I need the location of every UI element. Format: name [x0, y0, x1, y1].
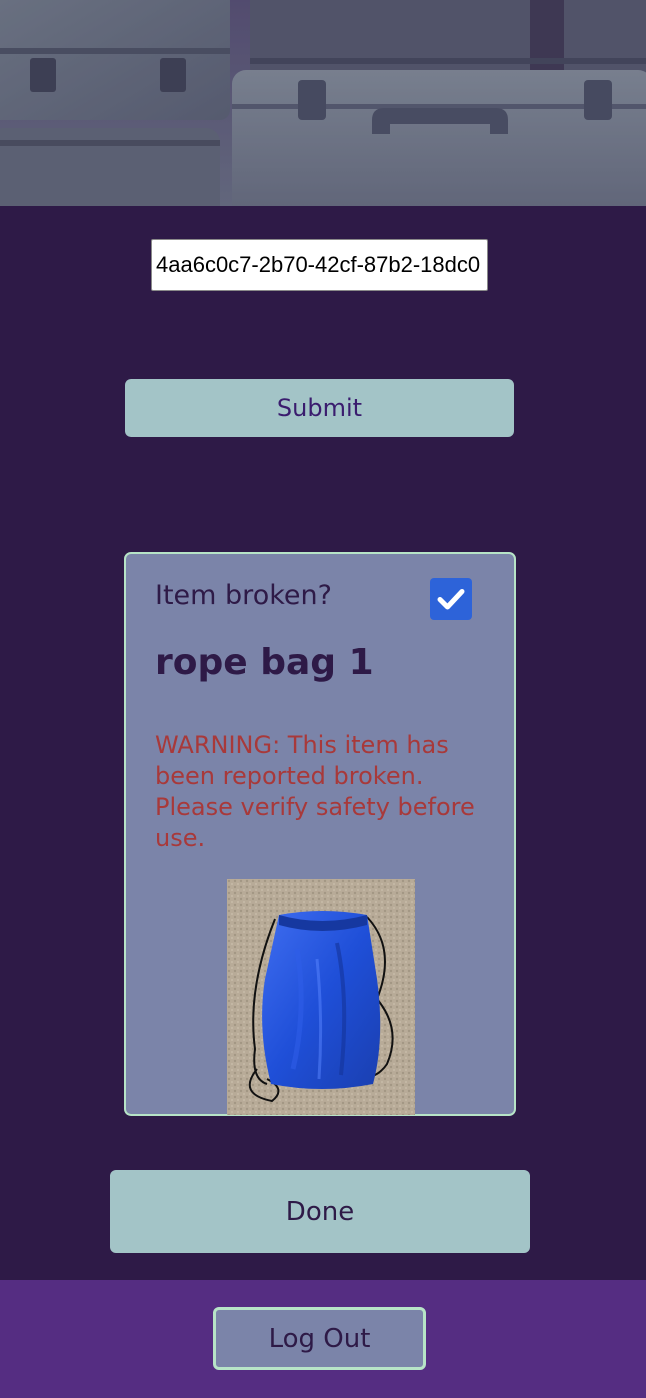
item-id-input[interactable] — [151, 239, 488, 291]
item-name: rope bag 1 — [155, 642, 374, 683]
hero-banner-image — [0, 0, 646, 206]
item-broken-checkbox[interactable] — [430, 578, 472, 620]
footer: Log Out — [0, 1280, 646, 1398]
done-button[interactable]: Done — [110, 1170, 530, 1253]
item-broken-label: Item broken? — [155, 580, 332, 611]
broken-warning-text: WARNING: This item has been reported bro… — [155, 731, 475, 852]
item-photo — [227, 879, 415, 1115]
checkmark-icon — [437, 589, 465, 610]
item-card: Item broken? rope bag 1 WARNING: This it… — [124, 552, 516, 1116]
page: Submit Item broken? rope bag 1 WARNING: … — [0, 0, 646, 1398]
submit-button[interactable]: Submit — [125, 379, 514, 437]
log-out-button[interactable]: Log Out — [213, 1307, 426, 1370]
